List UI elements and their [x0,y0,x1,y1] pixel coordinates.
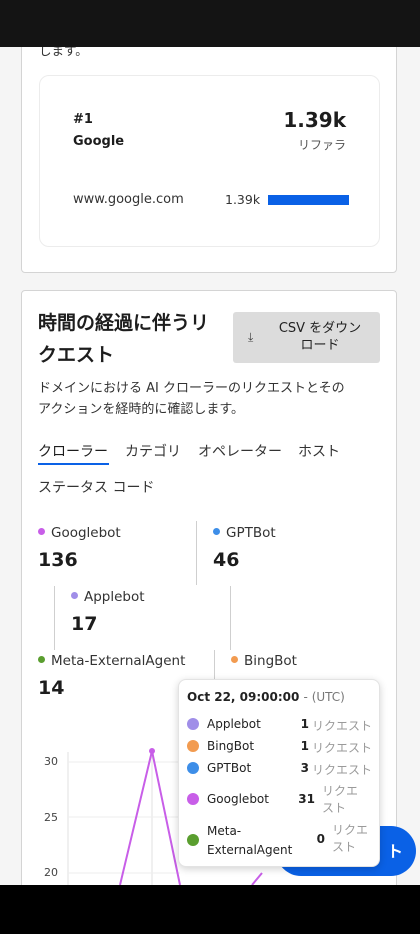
y-tick-label: 30 [44,755,58,768]
chart-tooltip: Oct 22, 09:00:00 - (UTC) Applebot 1 リクエス… [178,679,380,867]
googlebot-series-line [251,872,263,885]
tooltip-row-meta: Meta- ExternalAgent 0 リクエ スト [187,822,375,858]
applebot-dot [187,718,199,730]
googlebot-point [149,748,155,754]
meta-dot [187,834,199,846]
tooltip-row-applebot: Applebot 1 リクエスト [187,717,375,733]
googlebot-dot [187,793,199,805]
bingbot-dot [187,740,199,752]
gptbot-dot [187,762,199,774]
page-viewport: します。 #1 Google 1.39k リファラ www.google.com… [0,47,420,885]
navigation-bar [0,885,420,934]
status-bar [0,0,420,47]
y-tick-label: 25 [44,811,58,824]
tooltip-row-bingbot: BingBot 1 リクエスト [187,739,375,755]
googlebot-series-line [119,750,181,885]
tooltip-row-googlebot: Googlebot 31 リクエ スト [187,783,375,817]
tooltip-row-gptbot: GPTBot 3 リクエスト [187,761,375,777]
tooltip-date: Oct 22, 09:00:00 - (UTC) [187,690,345,704]
y-tick-label: 20 [44,866,58,879]
